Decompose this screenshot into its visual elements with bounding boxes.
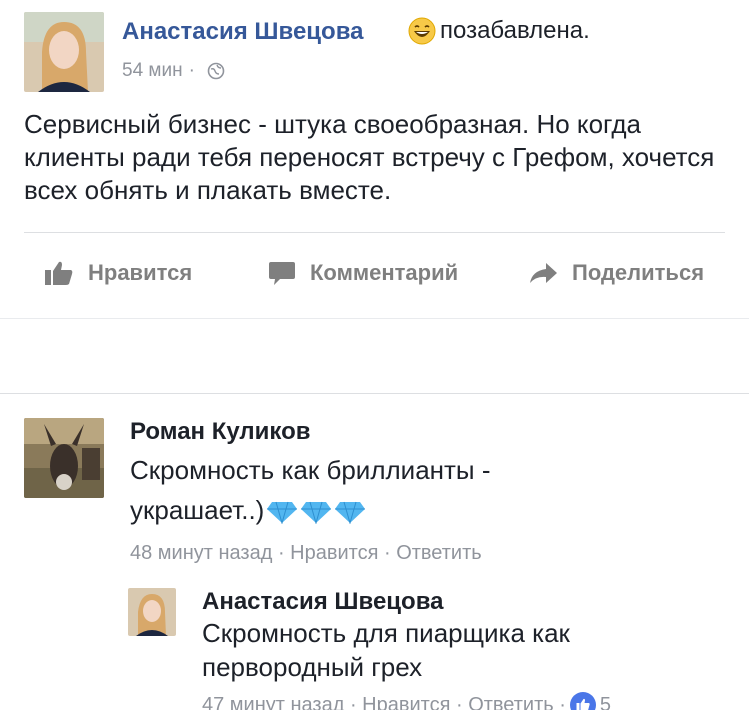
diamond-icon xyxy=(335,501,366,525)
like-label: Нравится xyxy=(88,260,193,285)
post-card: Анастасия Швецова позабавлена. 54 мин · … xyxy=(0,0,749,318)
comment-button[interactable]: Комментарий xyxy=(268,248,458,298)
post-text: Сервисный бизнес - штука своеобразная. Н… xyxy=(24,109,715,205)
divider xyxy=(24,232,725,233)
reply-item: Анастасия Швецова Скромность для пиарщик… xyxy=(0,580,749,710)
reaction-count[interactable]: 5 xyxy=(569,692,612,710)
comment-meta[interactable]: 48 минут назад · Нравится · Ответить xyxy=(130,542,482,565)
reply-author-avatar[interactable] xyxy=(128,588,176,636)
author-avatar[interactable] xyxy=(24,12,104,92)
post-time[interactable]: 54 мин xyxy=(122,60,183,82)
reply-author-name[interactable]: Анастасия Швецова xyxy=(202,588,444,616)
post-author-name[interactable]: Анастасия Швецова xyxy=(122,18,364,46)
section-gap xyxy=(0,318,749,394)
post-meta: 54 мин · xyxy=(122,60,225,82)
reply-meta[interactable]: 47 минут назад · Нравится · Ответить · xyxy=(202,694,566,710)
comment-text-line1: Скромность как бриллианты - xyxy=(130,455,491,485)
reaction-number: 5 xyxy=(599,693,612,710)
comment-bubble-icon xyxy=(269,262,295,285)
post-feeling-label: позабавлена. xyxy=(440,17,590,44)
diamond-icon xyxy=(301,501,332,525)
comment-text-line2-wrap: украшает..) xyxy=(130,490,366,530)
commenter-avatar[interactable] xyxy=(24,418,104,498)
like-button[interactable]: Нравится xyxy=(44,248,192,298)
post-actions: Нравится Комментарий Поделиться xyxy=(0,248,749,298)
like-reaction-icon xyxy=(569,692,596,710)
globe-icon[interactable] xyxy=(207,62,225,80)
reply-text-line2: первородный грех xyxy=(202,652,423,682)
reply-text-line1: Скромность для пиарщика как xyxy=(202,618,570,648)
post-feeling: позабавлена. xyxy=(408,17,590,45)
share-button[interactable]: Поделиться xyxy=(528,248,704,298)
diamond-icon xyxy=(267,501,298,525)
commenter-name[interactable]: Роман Куликов xyxy=(130,418,311,446)
share-label: Поделиться xyxy=(572,260,705,285)
share-arrow-icon xyxy=(530,263,557,283)
reply-meta-row: 47 минут назад · Нравится · Ответить · 5 xyxy=(202,692,611,710)
meta-separator: · xyxy=(188,60,195,81)
diamond-emojis xyxy=(264,500,366,525)
comment-label: Комментарий xyxy=(310,260,459,285)
thumbs-up-icon xyxy=(45,261,73,285)
comment-text-line2: украшает..) xyxy=(130,495,265,525)
comment-item: Роман Куликов Скромность как бриллианты … xyxy=(0,394,749,574)
laughing-emoji-icon xyxy=(408,17,436,45)
